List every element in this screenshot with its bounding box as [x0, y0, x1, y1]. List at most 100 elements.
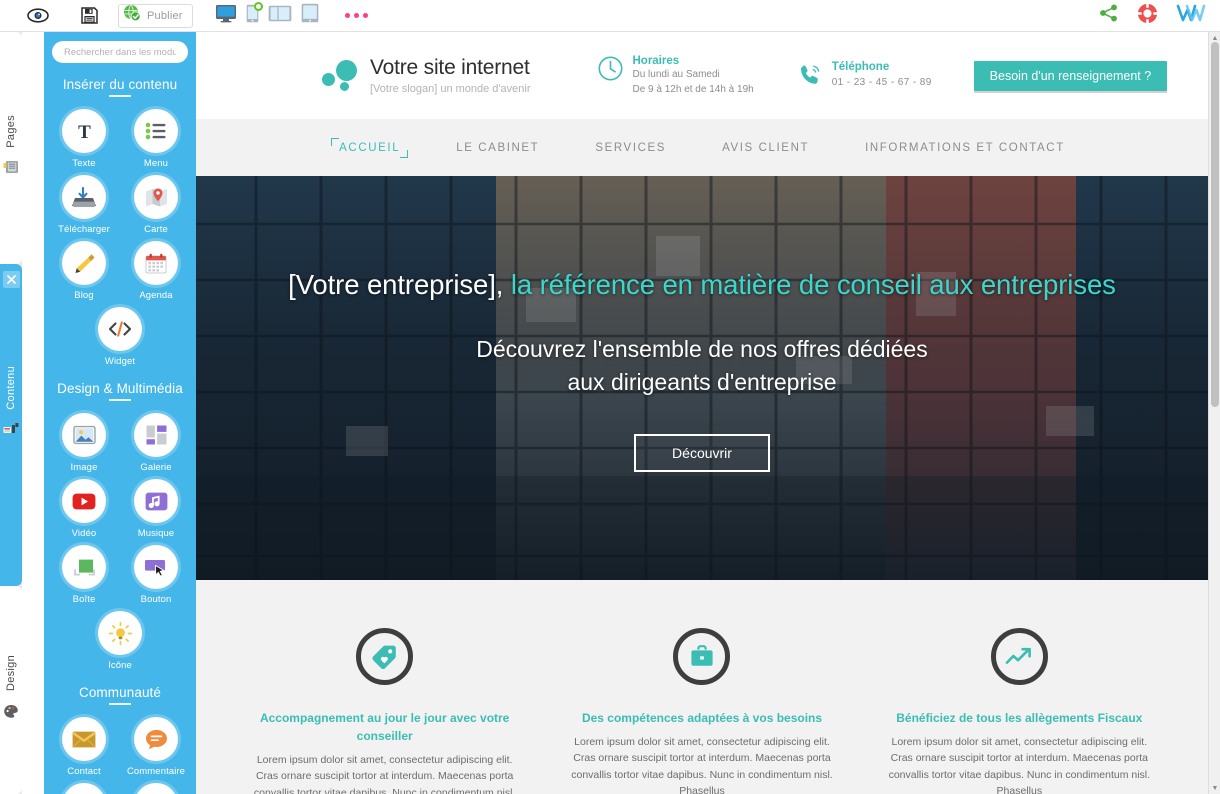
- publish-button[interactable]: Publier: [118, 3, 193, 28]
- module-agenda[interactable]: Agenda: [121, 241, 191, 301]
- nav-item-informations-et-contact[interactable]: INFORMATIONS ET CONTACT: [859, 139, 1071, 157]
- module-label: Texte: [72, 158, 96, 169]
- module-musique[interactable]: Musique: [121, 479, 191, 539]
- module-label: Vidéo: [71, 528, 97, 539]
- module-texte[interactable]: T Texte: [49, 109, 119, 169]
- svg-text:T: T: [78, 122, 91, 142]
- pen-icon: [62, 241, 106, 285]
- trend-up-icon: [990, 628, 1048, 685]
- module-boite[interactable]: Boîte: [49, 545, 119, 605]
- section-underline: [109, 399, 131, 401]
- palette-icon: [3, 704, 19, 723]
- sidebar-item-design[interactable]: Design: [0, 586, 22, 794]
- module-social[interactable]: Social: [121, 783, 191, 794]
- logo-dots-icon: [322, 58, 362, 94]
- publish-globe-check-icon: [123, 4, 141, 27]
- module-label: Bouton: [140, 594, 172, 605]
- scroll-down-arrow[interactable]: ▼: [1211, 784, 1219, 792]
- search-input[interactable]: [52, 46, 188, 58]
- sidebar-item-contenu[interactable]: Contenu: [0, 264, 22, 586]
- hero-headline: [Votre entreprise], la référence en mati…: [196, 269, 1208, 301]
- hero-headline-teal: la référence en matière de conseil aux e…: [503, 269, 1116, 300]
- module-icone[interactable]: Icône: [85, 611, 155, 671]
- help-lifebuoy-icon[interactable]: [1137, 2, 1158, 29]
- download-icon: [62, 175, 106, 219]
- hero-banner: [Votre entreprise], la référence en mati…: [196, 176, 1208, 580]
- brand-logo-icon[interactable]: [1176, 3, 1206, 28]
- comment-bubble-icon: [134, 717, 178, 761]
- module-commentaire[interactable]: Commentaire: [121, 717, 191, 777]
- site-logo[interactable]: Votre site internet [Votre slogan] un mo…: [322, 56, 530, 95]
- hero-sub-line-2: aux dirigeants d'entreprise: [567, 368, 837, 395]
- hero-sub-line-1: Découvrez l'ensemble de nos offres dédié…: [476, 336, 928, 362]
- module-search-field[interactable]: [52, 41, 188, 63]
- scroll-up-arrow[interactable]: ▲: [1211, 34, 1219, 42]
- nav-item-accueil[interactable]: ACCUEIL: [331, 137, 409, 158]
- briefcase-icon: [673, 628, 731, 685]
- close-panel-button[interactable]: [2, 271, 20, 288]
- module-telecharger[interactable]: Télécharger: [49, 175, 119, 235]
- module-blog[interactable]: Blog: [49, 241, 119, 301]
- gallery-icon: [134, 413, 178, 457]
- canvas-scrollbar[interactable]: ▲ ▼: [1208, 32, 1220, 794]
- text-icon: T: [62, 109, 106, 153]
- feature-card-3: Bénéficiez de tous les allègements Fisca…: [861, 628, 1178, 794]
- menu-list-icon: [134, 109, 178, 153]
- scrollbar-thumb[interactable]: [1211, 42, 1219, 407]
- module-label: Galerie: [140, 462, 172, 473]
- mobile-status-badge: [253, 1, 263, 11]
- publish-label: Publier: [147, 9, 183, 22]
- hero-decouvrir-button[interactable]: Découvrir: [634, 434, 770, 473]
- forum-bubble-icon: [62, 783, 106, 794]
- device-tablet-landscape-icon[interactable]: [268, 5, 292, 27]
- cta-renseignement-button[interactable]: Besoin d'un renseignement ?: [973, 60, 1168, 91]
- phone-block: Téléphone 01 - 23 - 45 - 67 - 89: [798, 60, 932, 92]
- phone-number: 01 - 23 - 45 - 67 - 89: [831, 76, 932, 88]
- module-label: Widget: [104, 356, 136, 367]
- nav-item-le-cabinet[interactable]: LE CABINET: [450, 139, 545, 157]
- phone-icon: [798, 62, 823, 92]
- calendar-icon: [134, 241, 178, 285]
- module-forum[interactable]: Forum: [49, 783, 119, 794]
- module-menu[interactable]: Menu: [121, 109, 191, 169]
- save-floppy-icon[interactable]: [72, 7, 106, 24]
- rail-label-pages: Pages: [5, 115, 17, 148]
- more-options-icon[interactable]: [344, 13, 368, 18]
- module-contact[interactable]: Contact: [49, 717, 119, 777]
- module-label: Blog: [74, 290, 94, 301]
- nav-item-avis-client[interactable]: AVIS CLIENT: [716, 139, 815, 157]
- device-tablet-portrait-icon[interactable]: [301, 3, 319, 28]
- site-title: Votre site internet: [370, 56, 530, 79]
- contenu-icon: [3, 422, 19, 440]
- hero-headline-white: [Votre entreprise],: [288, 269, 504, 300]
- feature-card-2: Des compétences adaptées à vos besoins L…: [543, 628, 860, 794]
- share-icon[interactable]: [1099, 4, 1119, 27]
- device-mobile-icon[interactable]: [246, 1, 263, 28]
- hours-line-1: Du lundi au Samedi: [632, 69, 720, 81]
- site-slogan: [Votre slogan] un monde d'avenir: [370, 83, 531, 95]
- preview-eye-icon[interactable]: [18, 8, 58, 23]
- nav-item-services[interactable]: SERVICES: [589, 139, 672, 157]
- module-label: Carte: [144, 224, 168, 235]
- module-label: Contact: [67, 766, 101, 777]
- top-toolbar: Publier: [0, 0, 1220, 32]
- module-label: Boîte: [72, 594, 96, 605]
- feature-body: Lorem ipsum dolor sit amet, consectetur …: [888, 736, 1151, 794]
- module-galerie[interactable]: Galerie: [121, 413, 191, 473]
- device-desktop-icon[interactable]: [215, 4, 237, 28]
- module-image[interactable]: Image: [49, 413, 119, 473]
- feature-title: Bénéficiez de tous les allègements Fisca…: [896, 711, 1143, 725]
- phone-title: Téléphone: [831, 60, 890, 73]
- module-grid-inserer: T Texte Menu Télécharger Carte Blog Agen…: [44, 99, 196, 367]
- tag-icon: [356, 628, 414, 685]
- module-bouton[interactable]: Bouton: [121, 545, 191, 605]
- toolbar-right-actions: [1099, 2, 1220, 29]
- module-widget[interactable]: Widget: [85, 307, 155, 367]
- share-nodes-icon: [134, 783, 178, 794]
- sidebar-item-pages[interactable]: Pages: [0, 32, 22, 264]
- features-section: Accompagnement au jour le jour avec votr…: [196, 580, 1208, 794]
- module-video[interactable]: Vidéo: [49, 479, 119, 539]
- module-grid-design: Image Galerie Vidéo Musique Boîte Bouton…: [44, 403, 196, 671]
- hero-subheadline: Découvrez l'ensemble de nos offres dédié…: [196, 333, 1208, 398]
- module-carte[interactable]: Carte: [121, 175, 191, 235]
